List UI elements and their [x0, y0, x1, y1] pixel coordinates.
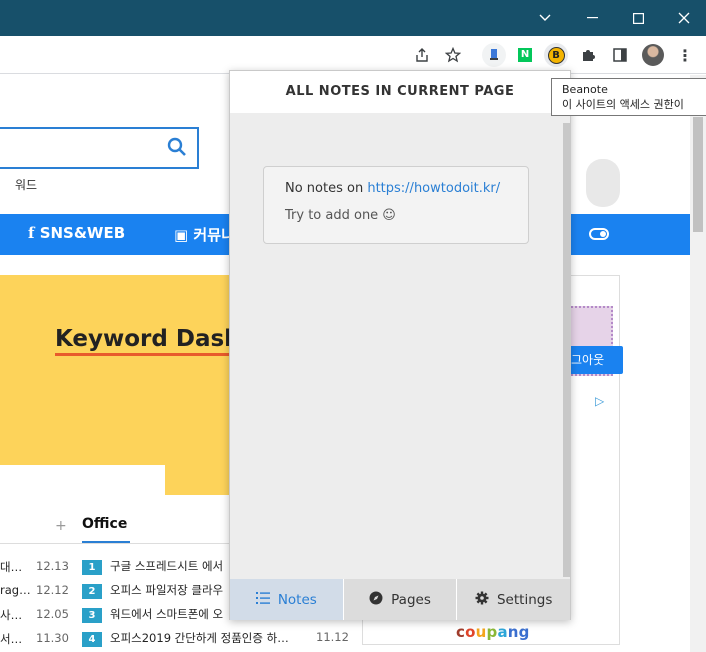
rank-badge: 4	[82, 632, 102, 647]
beanote-letter: B	[547, 46, 565, 64]
tab-pages[interactable]: Pages	[344, 579, 458, 620]
community-icon: ▣	[174, 226, 189, 244]
minimize-button[interactable]	[569, 0, 615, 36]
popup-header: ALL NOTES IN CURRENT PAGE	[230, 71, 570, 113]
search-icon[interactable]	[167, 137, 187, 157]
list-item-text: 사…	[0, 608, 23, 622]
close-button[interactable]	[661, 0, 706, 36]
site-search-tag[interactable]: 워드	[15, 176, 37, 193]
office-item-title: 오피스 파일저장 클라우	[110, 583, 224, 597]
nav-sns-web[interactable]: f SNS&WEB	[28, 224, 125, 242]
tab-office[interactable]: Office	[82, 516, 127, 532]
list-item-date: 12.12	[36, 583, 69, 597]
list-item-text: 서…	[0, 632, 23, 646]
naver-letter: N	[518, 48, 532, 62]
nav-community[interactable]: ▣ 커뮤니	[174, 224, 235, 245]
gear-icon	[475, 591, 489, 609]
rank-badge: 3	[82, 608, 102, 623]
empty-notes-message: No notes on https://howtodoit.kr/	[285, 181, 507, 196]
more-tab-plus[interactable]: +	[55, 518, 67, 534]
bookmark-star-icon[interactable]	[441, 43, 465, 67]
tab-search-icon[interactable]	[522, 0, 568, 36]
maximize-button[interactable]	[615, 0, 661, 36]
office-list-item[interactable]: 4 오피스2019 간단하게 정품인증 하… 11.12	[82, 630, 352, 647]
tooltip-title: Beanote	[562, 83, 608, 96]
list-item[interactable]: 사… 12.05	[0, 607, 69, 623]
banner-card	[0, 465, 165, 495]
empty-hint: Try to add one ☺	[285, 208, 396, 223]
list-item[interactable]: 서… 11.30	[0, 631, 69, 647]
puzzle-icon[interactable]	[577, 43, 601, 67]
ad-phone-image	[586, 159, 620, 207]
avatar[interactable]	[641, 43, 665, 67]
list-item-text: 대…	[0, 560, 23, 574]
extension-icon[interactable]	[482, 43, 506, 67]
tab-settings[interactable]: Settings	[457, 579, 570, 620]
tooltip-text: 이 사이트의 액세스 권한이	[562, 98, 684, 111]
page-url-link[interactable]: https://howtodoit.kr/	[367, 181, 500, 196]
list-item-date: 12.13	[36, 559, 69, 573]
notes-list: No notes on https://howtodoit.kr/ Try to…	[230, 113, 570, 579]
beanote-popup: ALL NOTES IN CURRENT PAGE No notes on ht…	[229, 70, 571, 620]
ad-logout-button[interactable]: 그아웃	[568, 346, 623, 374]
nav-sns-web-label: SNS&WEB	[39, 224, 126, 242]
browser-toolbar: N B ⋮	[0, 36, 706, 74]
office-item-title: 오피스2019 간단하게 정품인증 하…	[110, 631, 289, 645]
extension-tooltip: Beanote 이 사이트의 액세스 권한이	[551, 78, 706, 116]
rank-badge: 2	[82, 584, 102, 599]
site-banner[interactable]: Keyword Dashbo	[0, 275, 273, 495]
adchoices-icon[interactable]: ▷	[595, 394, 604, 408]
tab-notes[interactable]: Notes	[230, 579, 344, 620]
list-icon	[255, 591, 270, 608]
rank-badge: 1	[82, 560, 102, 575]
share-icon[interactable]	[410, 43, 434, 67]
list-item-date: 12.05	[36, 607, 69, 621]
tab-notes-label: Notes	[277, 591, 317, 608]
theme-toggle[interactable]	[589, 228, 609, 240]
office-item-date: 11.12	[316, 630, 349, 644]
empty-notes-card: No notes on https://howtodoit.kr/ Try to…	[263, 166, 529, 244]
list-item[interactable]: rag… 12.12	[0, 583, 69, 597]
menu-icon[interactable]: ⋮	[673, 43, 697, 67]
empty-prefix: No notes on	[285, 181, 368, 196]
office-item-title: 구글 스프레드시트 에서	[110, 559, 224, 573]
list-item[interactable]: 대… 12.13	[0, 559, 69, 575]
page-scrollbar-thumb[interactable]	[693, 117, 703, 232]
page-scrollbar[interactable]	[690, 75, 706, 652]
tab-pages-label: Pages	[391, 591, 431, 608]
naver-icon[interactable]: N	[513, 43, 537, 67]
office-item-title: 워드에서 스마트폰에 오	[110, 607, 224, 621]
compass-icon	[369, 591, 383, 609]
popup-footer: Notes Pages Settings	[230, 579, 570, 620]
site-search-input[interactable]	[0, 127, 199, 169]
list-item-text: rag…	[0, 583, 31, 597]
sidepanel-icon[interactable]	[608, 43, 632, 67]
beanote-icon[interactable]: B	[544, 43, 568, 67]
list-item-date: 11.30	[36, 631, 69, 645]
popup-scrollbar[interactable]	[563, 123, 570, 577]
tab-settings-label: Settings	[496, 591, 553, 608]
coupang-logo[interactable]: coupang	[456, 623, 530, 641]
window-titlebar	[0, 0, 706, 36]
